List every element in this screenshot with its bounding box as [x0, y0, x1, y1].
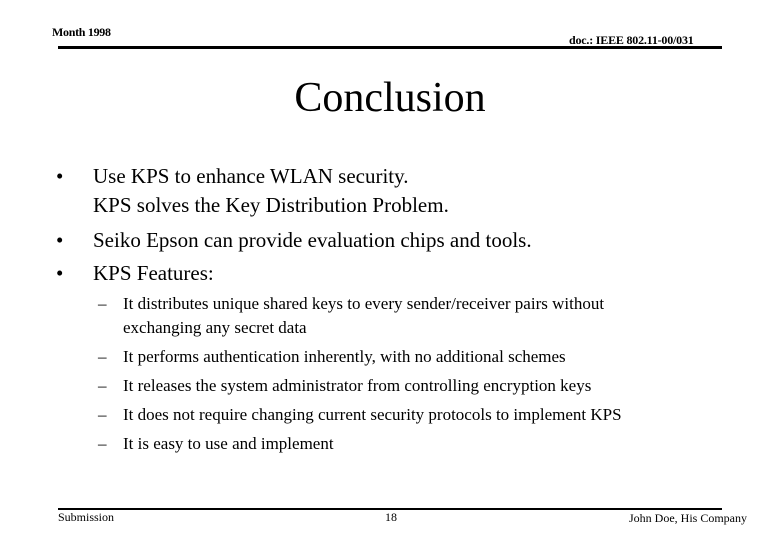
sub-bullet-text: It is easy to use and implement: [123, 434, 334, 453]
footer-submission: Submission: [58, 510, 115, 524]
footer-author: John Doe, His Company: [629, 511, 747, 525]
bullet-text: KPS solves the Key Distribution Problem.: [93, 193, 449, 217]
header-divider: [58, 46, 722, 49]
sub-bullet-marker: –: [98, 294, 107, 313]
bullet-text: Use KPS to enhance WLAN security.: [93, 164, 409, 188]
sub-bullet-text: It releases the system administrator fro…: [123, 376, 592, 395]
bullet-marker: •: [56, 164, 64, 188]
header-date: Month 1998: [52, 25, 111, 39]
sub-bullet-text: exchanging any secret data: [123, 318, 307, 337]
bullet-marker: •: [56, 261, 64, 285]
bullet-text: KPS Features:: [93, 261, 214, 285]
sub-bullet-text: It does not require changing current sec…: [123, 405, 622, 424]
bullet-text: Seiko Epson can provide evaluation chips…: [93, 228, 532, 252]
sub-bullet-marker: –: [98, 434, 107, 453]
sub-bullet-text: It distributes unique shared keys to eve…: [123, 294, 605, 313]
sub-bullet-marker: –: [98, 376, 107, 395]
page-number: 18: [385, 510, 397, 524]
sub-bullet-marker: –: [98, 405, 107, 424]
sub-bullet-marker: –: [98, 347, 107, 366]
bullet-marker: •: [56, 228, 64, 252]
sub-bullet-text: It performs authentication inherently, w…: [123, 347, 566, 366]
slide-title: Conclusion: [294, 75, 486, 121]
